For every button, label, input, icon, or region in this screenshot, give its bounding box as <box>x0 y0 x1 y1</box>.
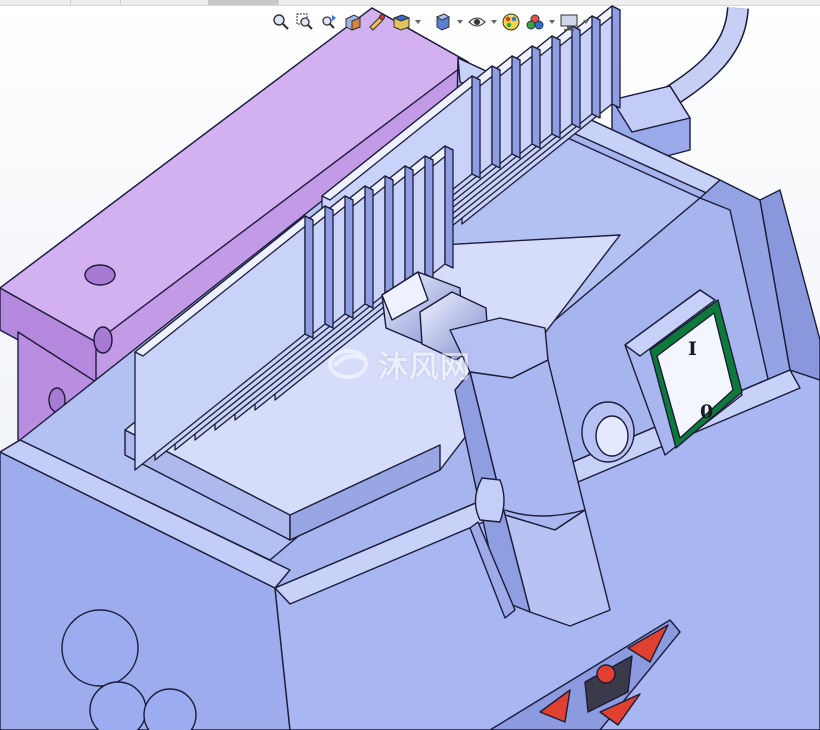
apply-scene-button[interactable] <box>524 10 546 34</box>
round-control-button[interactable] <box>596 664 616 684</box>
chevron-down-icon <box>457 20 463 24</box>
heatsink-fin-side <box>424 155 434 279</box>
display-style-dropdown[interactable] <box>456 10 464 34</box>
zoom-to-fit-button[interactable] <box>270 10 292 34</box>
section-view-button[interactable] <box>342 10 364 34</box>
view-orientation-button[interactable] <box>390 10 412 34</box>
heatsink-fin-side <box>531 45 541 149</box>
heatsink-fin-side <box>304 215 314 339</box>
heatsink-fin-side <box>324 205 334 329</box>
bracket-hole <box>93 326 113 354</box>
heatsink-fin-side <box>511 55 521 159</box>
heatsink-fin-side <box>404 165 414 289</box>
edit-appearance-icon <box>502 13 520 31</box>
hide-show-items-dropdown[interactable] <box>490 10 498 34</box>
dynamic-annotation-button[interactable] <box>366 10 388 34</box>
heads-up-view-toolbar <box>270 8 590 36</box>
display-style-icon <box>435 13 451 31</box>
heatsink-fin-side <box>551 35 561 139</box>
heatsink-fin-side <box>471 75 481 179</box>
section-view-icon <box>345 14 361 31</box>
chevron-down-icon <box>415 20 421 24</box>
heatsink-fin-side <box>444 145 454 269</box>
heatsink-fin-side <box>591 15 601 119</box>
apply-scene-dropdown[interactable] <box>548 10 556 34</box>
heatsink-fin-side <box>611 5 621 109</box>
panel-circle <box>61 609 139 687</box>
switch-off-label: 0 <box>700 401 713 423</box>
zoom-to-area-button[interactable] <box>294 10 316 34</box>
connector-latch[interactable] <box>474 477 505 523</box>
monitor-icon <box>560 14 578 31</box>
chevron-down-icon <box>583 20 589 24</box>
hide-show-items-button[interactable] <box>466 10 488 34</box>
chevron-down-icon <box>549 20 555 24</box>
dynamic-annotation-icon <box>369 14 385 31</box>
view-settings-dropdown[interactable] <box>582 10 590 34</box>
heatsink-fin-side <box>384 175 394 299</box>
heatsink-fin-side <box>571 25 581 129</box>
panel-circle <box>89 681 147 730</box>
chevron-down-icon <box>491 20 497 24</box>
previous-view-button[interactable] <box>318 10 340 34</box>
view-orientation-icon <box>392 14 411 31</box>
bracket-hole <box>84 264 116 286</box>
round-port-inner <box>595 415 629 457</box>
hide-show-items-icon <box>468 17 486 27</box>
view-settings-button[interactable] <box>558 10 580 34</box>
previous-view-icon <box>322 15 336 29</box>
heatsink-fin-side <box>364 185 374 309</box>
cad-model-view[interactable]: I 0 <box>0 0 820 730</box>
edit-appearance-button[interactable] <box>500 10 522 34</box>
heatsink-fin-side <box>491 65 501 169</box>
apply-scene-icon <box>526 14 544 30</box>
switch-on-label: I <box>688 338 697 360</box>
zoom-to-fit-icon <box>273 14 289 30</box>
display-style-button[interactable] <box>432 10 454 34</box>
graphics-viewport[interactable]: I 0 沐风网 <box>0 0 820 730</box>
heatsink-fin-side <box>344 195 354 319</box>
zoom-to-area-icon <box>296 13 313 30</box>
view-orientation-dropdown[interactable] <box>414 10 422 34</box>
